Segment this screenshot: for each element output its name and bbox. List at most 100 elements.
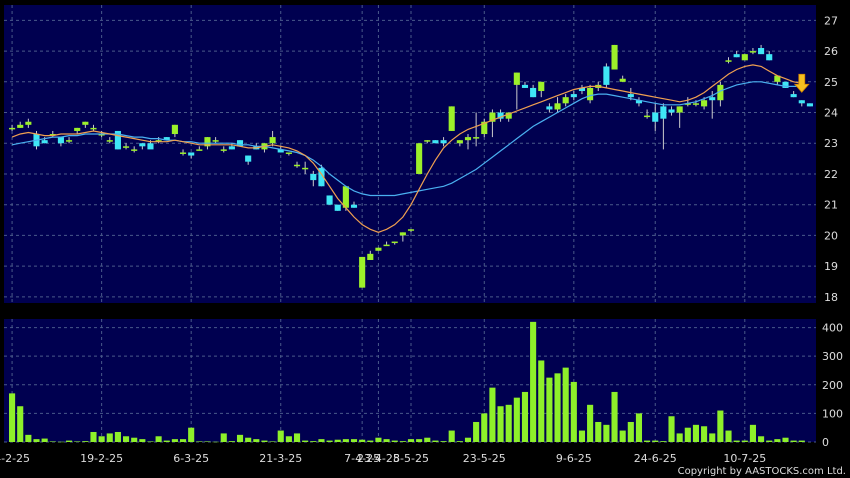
candle-body (782, 81, 789, 88)
candle-body (139, 143, 146, 147)
volume-bar (277, 430, 284, 442)
volume-bar (627, 421, 634, 442)
date-tick-label: 8-5-25 (393, 452, 429, 465)
volume-bar (49, 441, 56, 442)
candle-body (790, 94, 797, 98)
candle-body (171, 124, 178, 135)
candle-body (725, 60, 732, 62)
candle-body (701, 100, 708, 107)
candle-body (644, 115, 651, 118)
candle-body (269, 137, 276, 144)
volume-bar (758, 436, 765, 442)
candle-body (106, 140, 113, 142)
volume-bar (391, 440, 398, 442)
volume-bar (595, 421, 602, 442)
volume-bar (98, 436, 105, 442)
volume-bar (424, 437, 431, 442)
candle-body (798, 100, 805, 104)
volume-bar (33, 439, 40, 442)
volume-bar (513, 397, 520, 442)
candle-body (611, 44, 618, 70)
candle-body (302, 167, 309, 170)
volume-bar (212, 441, 219, 443)
volume-bar (147, 441, 154, 442)
volume-bar (701, 426, 708, 442)
price-tick-label: 23 (824, 137, 838, 150)
volume-bar (326, 440, 333, 442)
candle-body (90, 127, 97, 130)
price-tick-label: 20 (824, 229, 838, 242)
volume-bar (196, 441, 203, 442)
candle-body (464, 137, 472, 141)
volume-bar (538, 360, 545, 442)
copyright-notice: Copyright by AASTOCKS.com Ltd. (677, 466, 846, 477)
volume-bar (188, 427, 195, 442)
volume-bar (66, 440, 73, 442)
volume-bar (131, 437, 138, 442)
volume-bar (310, 441, 317, 442)
candle-body (212, 140, 219, 142)
volume-bar (530, 321, 537, 442)
volume-bar (717, 410, 724, 442)
candle-body (668, 109, 675, 113)
volume-bar (660, 441, 667, 442)
candle-body (359, 256, 366, 288)
volume-bar (342, 439, 349, 442)
volume-bar (57, 441, 64, 443)
candle-body (416, 143, 423, 174)
volume-bar (90, 431, 97, 442)
volume-bar (171, 439, 178, 442)
volume-bar (644, 440, 651, 442)
volume-bar (228, 441, 235, 442)
candle-body (17, 124, 24, 128)
volume-bar (179, 439, 187, 442)
volume-bar (668, 416, 675, 442)
volume-tick-label: 100 (822, 407, 843, 420)
candle-body (179, 152, 187, 154)
candle-body (692, 103, 700, 105)
candle-body (293, 164, 301, 167)
volume-bar (440, 441, 447, 442)
candle-body (131, 149, 138, 151)
date-tick-label: 4-2-25 (0, 452, 30, 465)
volume-bar (399, 441, 406, 442)
volume-bar (570, 381, 577, 442)
candle-body (546, 106, 553, 110)
volume-bar (448, 430, 455, 442)
candle-body (709, 97, 716, 101)
candle-body (570, 94, 577, 98)
volume-bar (692, 424, 700, 442)
candle-body (383, 244, 390, 247)
candle-body (350, 204, 358, 208)
volume-panel (4, 319, 816, 442)
candle-body (587, 87, 594, 101)
volume-bar (725, 430, 732, 442)
volume-bar (114, 431, 121, 442)
candle-body (749, 51, 756, 53)
candle-body (530, 87, 537, 98)
volume-bar (497, 406, 504, 442)
candle-body (326, 195, 333, 205)
volume-bar (122, 436, 130, 442)
candle-body (9, 127, 16, 130)
candle-body (424, 140, 431, 142)
candle-body (188, 152, 195, 156)
volume-bar (163, 440, 170, 442)
candle-body (375, 247, 382, 251)
candle-body (554, 103, 561, 110)
candle-body (448, 106, 455, 131)
volume-bar (652, 440, 659, 442)
volume-tick-label: 400 (822, 322, 843, 335)
volume-bar (546, 377, 553, 442)
candle-body (74, 127, 81, 131)
candle-body (285, 152, 292, 154)
candle-body (521, 84, 529, 88)
volume-bar (383, 439, 390, 442)
volume-bar (253, 439, 260, 442)
candle-body (220, 149, 227, 151)
candle-body (676, 106, 683, 113)
volume-bar (41, 438, 48, 442)
volume-bar (375, 437, 382, 442)
candle-body (619, 78, 626, 82)
volume-bar (562, 367, 569, 442)
